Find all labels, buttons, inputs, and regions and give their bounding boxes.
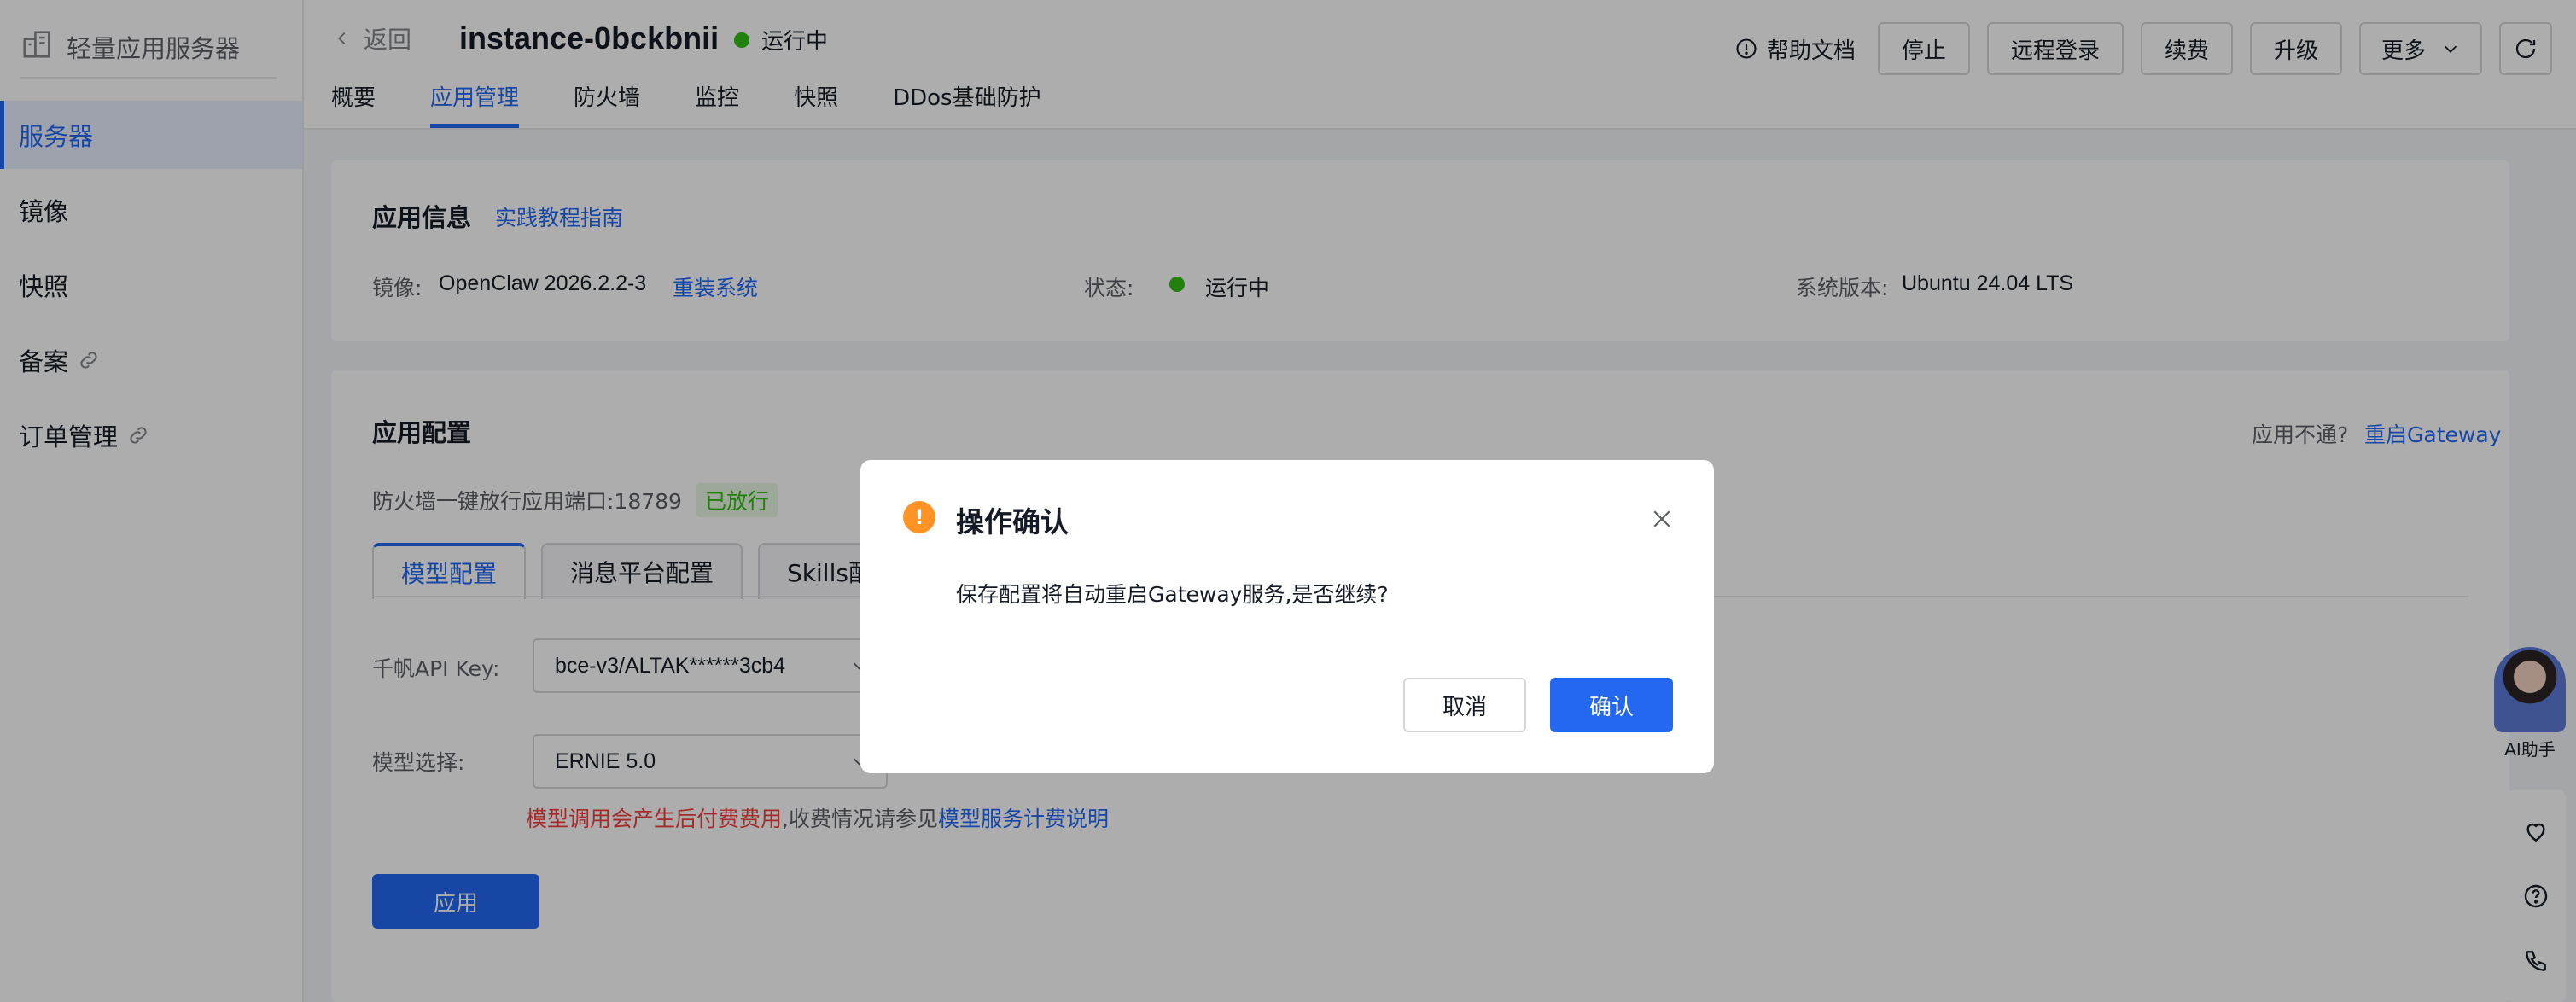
warning-icon: ! [903,501,935,533]
app: 轻量应用服务器 服务器 镜像 快照 备案 订单管理 返回 instance-0b… [0,0,2576,1002]
dialog-title: 操作确认 [956,505,1069,539]
dialog-message: 保存配置将自动重启Gateway服务,是否继续? [956,582,1389,607]
cancel-button[interactable]: 取消 [1403,678,1526,732]
confirm-dialog: ! 操作确认 保存配置将自动重启Gateway服务,是否继续? 取消 确认 [860,460,1714,773]
close-icon[interactable] [1649,506,1675,532]
confirm-button[interactable]: 确认 [1550,678,1673,732]
